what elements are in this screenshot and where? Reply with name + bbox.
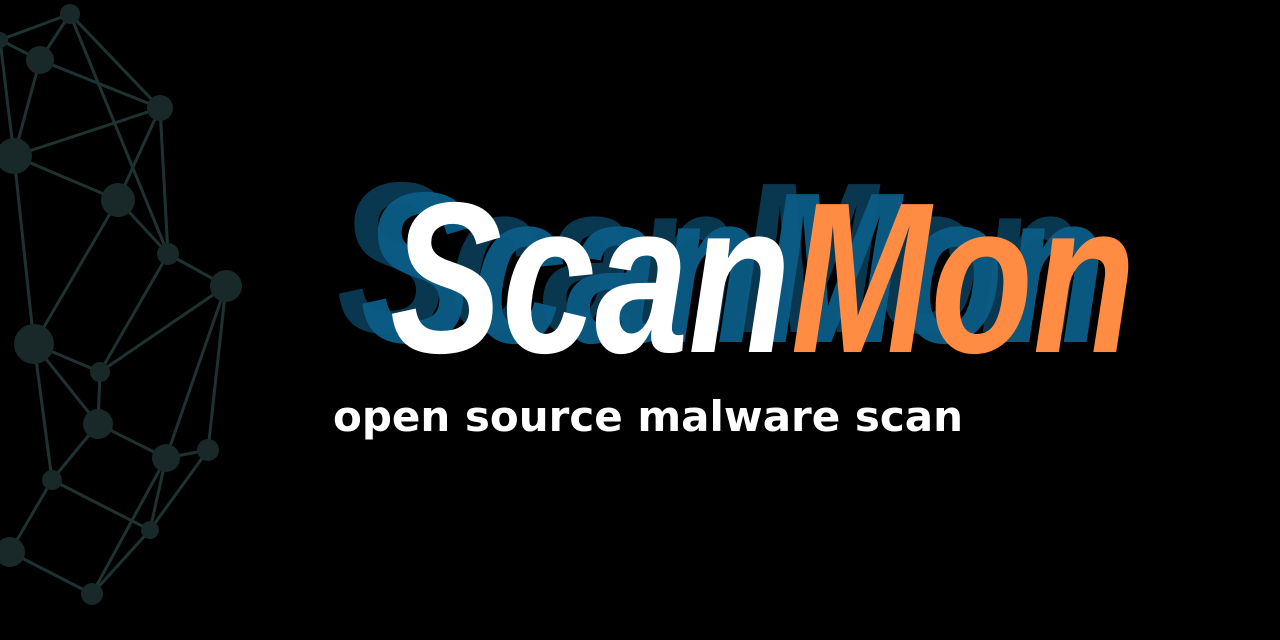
logo-word-mon: Mon	[791, 157, 1136, 398]
logo-word-scan: Scan	[390, 157, 791, 398]
banner: ScanMon ScanMon ScanMon open source malw…	[0, 0, 1280, 640]
scanmon-logo: ScanMon ScanMon ScanMon	[337, 137, 1135, 398]
tagline: open source malware scan	[333, 392, 963, 441]
logo-wordmark: ScanMon	[390, 157, 1135, 398]
